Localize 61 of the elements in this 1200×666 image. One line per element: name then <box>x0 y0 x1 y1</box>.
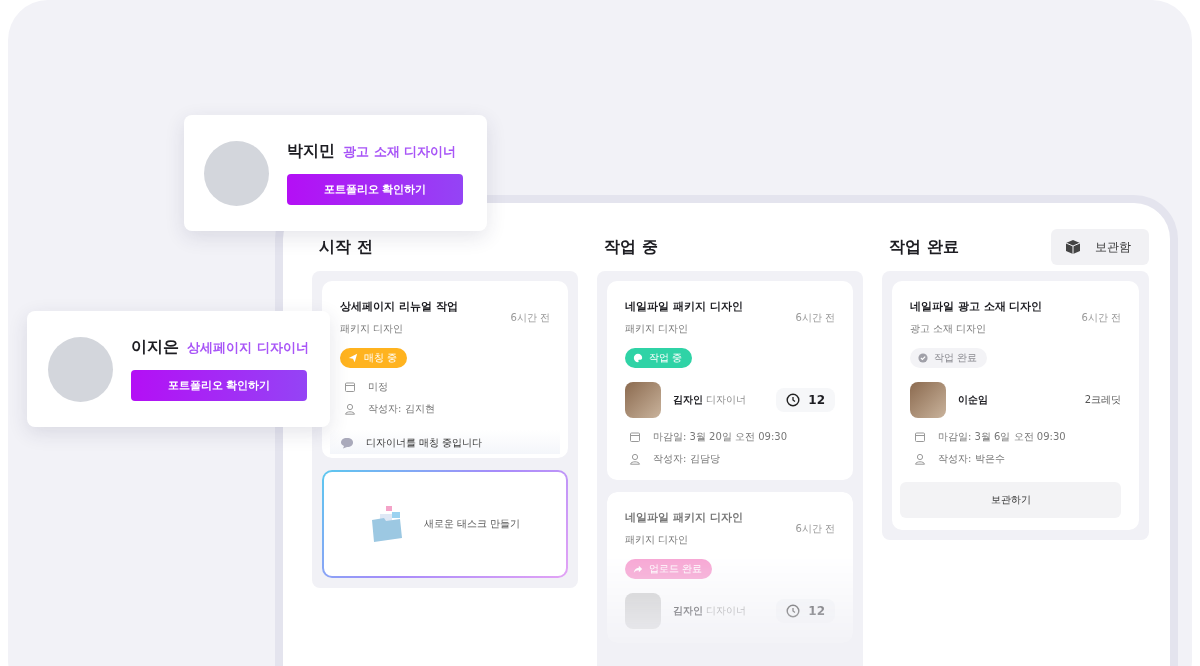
share-arrow-icon <box>633 564 643 574</box>
assignee-name: 이순임 <box>958 393 989 407</box>
task-time: 6시간 전 <box>795 311 835 325</box>
deadline-text: 마감일: 3월 20일 오전 09:30 <box>653 430 787 444</box>
task-card[interactable]: 네일파일 광고 소재 디자인 광고 소재 디자인 6시간 전 작업 완료 이순임 2크레딧 마감일: 3월 6일 오전 09:30 작성자: 박은수 보관하기 <box>892 281 1139 530</box>
status-badge: 매칭 중 <box>340 348 408 368</box>
person-icon <box>629 453 641 465</box>
task-title: 네일파일 광고 소재 디자인 <box>910 299 1043 314</box>
author-text: 작성자: 박은수 <box>938 452 1005 466</box>
status-badge: 작업 중 <box>625 348 693 368</box>
paper-plane-icon <box>348 353 358 363</box>
task-category: 광고 소재 디자인 <box>910 322 988 336</box>
author-text: 작성자: 김지현 <box>368 402 435 416</box>
task-title: 상세페이지 리뉴얼 작업 <box>340 299 458 314</box>
calendar-icon <box>914 431 926 443</box>
new-task-card[interactable]: 새로운 태스크 만들기 <box>322 470 568 578</box>
calendar-icon <box>344 381 356 393</box>
cube-icon <box>1065 239 1081 255</box>
person-icon <box>914 453 926 465</box>
task-category: 패키지 디자인 <box>625 322 690 336</box>
task-time: 6시간 전 <box>510 311 550 325</box>
note-text: 디자이너를 매칭 중입니다 <box>366 436 483 450</box>
column-title: 작업 완료 <box>889 236 959 258</box>
chat-icon <box>340 437 354 449</box>
task-card[interactable]: 네일파일 패키지 디자인 패키지 디자인 6시간 전 작업 중 김자인 디자이너 12 마감일: 3월 20일 오전 09:30 작성자: 김담당 <box>607 281 853 480</box>
task-title: 네일파일 패키지 디자인 <box>625 510 743 525</box>
archive-action-button[interactable]: 보관하기 <box>900 482 1121 518</box>
clock-icon <box>786 393 801 407</box>
check-circle-icon <box>918 353 928 363</box>
credit-count: 2크레딧 <box>1084 393 1121 407</box>
archive-box-button[interactable]: 보관함 <box>1051 229 1149 265</box>
clock-icon <box>786 604 801 618</box>
profile-name: 박지민 <box>287 141 335 162</box>
deadline-text: 미정 <box>368 380 388 394</box>
profile-name: 이지은 <box>131 337 179 358</box>
column-title: 시작 전 <box>319 236 373 258</box>
profile-role: 광고 소재 디자이너 <box>343 143 457 161</box>
status-badge: 업로드 완료 <box>625 559 713 579</box>
palette-icon <box>633 353 643 363</box>
person-icon <box>344 403 356 415</box>
photo-placeholder <box>910 382 946 418</box>
deadline-text: 마감일: 3월 6일 오전 09:30 <box>938 430 1066 444</box>
portfolio-button[interactable]: 포트폴리오 확인하기 <box>131 370 307 401</box>
task-category: 패키지 디자인 <box>625 533 690 547</box>
new-task-label: 새로운 태스크 만들기 <box>423 517 521 531</box>
portfolio-button[interactable]: 포트폴리오 확인하기 <box>287 174 463 205</box>
author-text: 작성자: 김담당 <box>653 452 720 466</box>
task-category: 패키지 디자인 <box>340 322 405 336</box>
status-badge: 작업 완료 <box>910 348 988 368</box>
profile-role: 상세페이지 디자이너 <box>187 339 309 357</box>
task-card[interactable]: 상세페이지 리뉴얼 작업 패키지 디자인 6시간 전 매칭 중 미정 작성자: 김지현 디자이너를 매칭 중입니다 <box>322 281 568 458</box>
assignee-name: 김자인 디자이너 <box>673 393 748 407</box>
task-time: 6시간 전 <box>1081 311 1121 325</box>
column-title: 작업 중 <box>604 236 658 258</box>
photo-placeholder <box>625 382 661 418</box>
photo-placeholder <box>625 593 661 629</box>
time-count: 12 <box>776 388 835 412</box>
calendar-icon <box>629 431 641 443</box>
folder-drawing <box>369 504 404 544</box>
task-title: 네일파일 패키지 디자인 <box>625 299 743 314</box>
task-time: 6시간 전 <box>795 522 835 536</box>
